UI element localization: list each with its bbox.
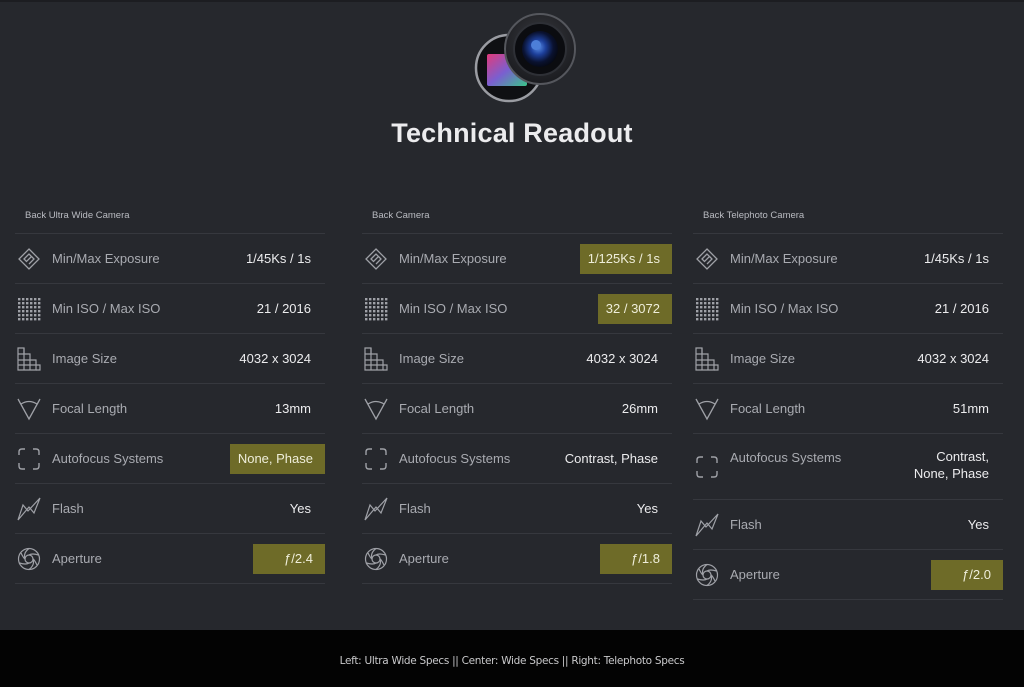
top-border <box>0 0 1024 2</box>
spec-row-aperture: Aperture ƒ/1.8 <box>362 533 672 584</box>
flash-icon <box>17 497 41 521</box>
spec-row-image-size: Image Size 4032 x 3024 <box>362 333 672 383</box>
aperture-icon <box>695 563 719 587</box>
iso-grid-icon <box>17 297 41 321</box>
iso-grid-icon <box>695 297 719 321</box>
flash-icon <box>364 497 388 521</box>
spec-value-highlighted: 32 / 3072 <box>597 293 672 324</box>
column-heading: Back Camera <box>372 210 430 221</box>
spec-row-focal-length: Focal Length 13mm <box>15 383 325 433</box>
spec-row-focal-length: Focal Length 26mm <box>362 383 672 433</box>
spec-value: 21 / 2016 <box>256 301 311 316</box>
spec-value: Contrast, Phase <box>564 451 658 466</box>
spec-label: Flash <box>52 501 84 516</box>
spec-label: Focal Length <box>52 401 128 416</box>
spec-label: Focal Length <box>399 401 475 416</box>
page-title: Technical Readout <box>391 118 633 148</box>
spec-label: Flash <box>399 501 431 516</box>
flash-icon <box>695 513 719 537</box>
spec-value: Contrast, None, Phase <box>914 448 989 482</box>
spec-value: 21 / 2016 <box>934 301 989 316</box>
spec-row-autofocus-systems: Autofocus Systems Contrast, None, Phase <box>693 433 1003 499</box>
spec-value: 13mm <box>274 401 311 416</box>
aperture-icon <box>364 547 388 571</box>
spec-label: Min/Max Exposure <box>730 251 838 266</box>
spec-row-autofocus-systems: Autofocus Systems Contrast, Phase <box>362 433 672 483</box>
spec-label: Autofocus Systems <box>399 451 511 466</box>
spec-label: Image Size <box>399 351 465 366</box>
spec-value: 1/45Ks / 1s <box>923 251 989 266</box>
image-size-icon <box>17 346 41 371</box>
spec-label: Image Size <box>730 351 796 366</box>
spec-value: Yes <box>289 501 311 516</box>
spec-row-aperture: Aperture ƒ/2.4 <box>15 533 325 584</box>
spec-value: 4032 x 3024 <box>917 351 989 366</box>
spec-label: Min/Max Exposure <box>52 251 160 266</box>
spec-row-min-max-exposure: Min/Max Exposure 1/125Ks / 1s <box>362 233 672 283</box>
spec-value: 4032 x 3024 <box>239 351 311 366</box>
spec-value: 26mm <box>621 401 658 416</box>
spec-row-min-iso-max-iso: Min ISO / Max ISO 21 / 2016 <box>693 283 1003 333</box>
aperture-icon <box>17 547 41 571</box>
spec-label: Flash <box>730 517 762 532</box>
spec-value-highlighted: 1/125Ks / 1s <box>579 243 672 274</box>
spec-row-min-max-exposure: Min/Max Exposure 1/45Ks / 1s <box>15 233 325 283</box>
camera-column-ultra-wide: Back Ultra Wide Camera Min/Max Exposure 1/… <box>15 204 325 584</box>
spec-value: Yes <box>967 517 989 532</box>
spec-value-line: Contrast, <box>936 449 989 464</box>
spec-label: Aperture <box>52 551 102 566</box>
footer-bar: Left: Ultra Wide Specs || Center: Wide S… <box>0 630 1024 687</box>
focal-length-icon <box>17 397 41 421</box>
spec-row-image-size: Image Size 4032 x 3024 <box>15 333 325 383</box>
spec-label: Min/Max Exposure <box>399 251 507 266</box>
column-heading: Back Ultra Wide Camera <box>25 210 130 221</box>
autofocus-icon <box>364 447 388 471</box>
spec-row-aperture: Aperture ƒ/2.0 <box>693 549 1003 600</box>
image-size-icon <box>364 346 388 371</box>
spec-label: Min ISO / Max ISO <box>399 301 508 316</box>
spec-value-highlighted: None, Phase <box>229 443 325 474</box>
spec-value: 1/45Ks / 1s <box>245 251 311 266</box>
camera-app-icon <box>474 13 576 103</box>
spec-label: Aperture <box>730 567 780 582</box>
spec-label: Focal Length <box>730 401 806 416</box>
focal-length-icon <box>695 397 719 421</box>
exposure-icon <box>695 247 719 271</box>
camera-column-telephoto: Back Telephoto Camera Min/Max Exposure 1/4… <box>693 204 1003 600</box>
spec-value: 51mm <box>952 401 989 416</box>
footer-caption: Left: Ultra Wide Specs || Center: Wide S… <box>339 655 685 667</box>
spec-row-autofocus-systems: Autofocus Systems None, Phase <box>15 433 325 483</box>
spec-row-min-iso-max-iso: Min ISO / Max ISO 32 / 3072 <box>362 283 672 333</box>
autofocus-icon <box>17 447 41 471</box>
image-size-icon <box>695 346 719 371</box>
spec-value: Yes <box>636 501 658 516</box>
spec-value-highlighted: ƒ/2.4 <box>253 543 325 574</box>
spec-value-highlighted: ƒ/2.0 <box>931 559 1003 590</box>
spec-label: Min ISO / Max ISO <box>52 301 161 316</box>
iso-grid-icon <box>364 297 388 321</box>
spec-label: Autofocus Systems <box>52 451 164 466</box>
spec-label: Autofocus Systems <box>730 450 842 465</box>
spec-value-line: None, Phase <box>913 466 989 481</box>
column-heading: Back Telephoto Camera <box>703 210 805 221</box>
spec-label: Aperture <box>399 551 449 566</box>
spec-row-min-max-exposure: Min/Max Exposure 1/45Ks / 1s <box>693 233 1003 283</box>
spec-row-min-iso-max-iso: Min ISO / Max ISO 21 / 2016 <box>15 283 325 333</box>
spec-value: 4032 x 3024 <box>586 351 658 366</box>
spec-value-highlighted: ƒ/1.8 <box>600 543 672 574</box>
spec-label: Image Size <box>52 351 118 366</box>
spec-row-flash: Flash Yes <box>362 483 672 533</box>
spec-label: Min ISO / Max ISO <box>730 301 839 316</box>
spec-row-image-size: Image Size 4032 x 3024 <box>693 333 1003 383</box>
exposure-icon <box>364 247 388 271</box>
autofocus-icon <box>695 455 719 479</box>
spec-row-flash: Flash Yes <box>693 499 1003 549</box>
spec-row-focal-length: Focal Length 51mm <box>693 383 1003 433</box>
exposure-icon <box>17 247 41 271</box>
spec-row-flash: Flash Yes <box>15 483 325 533</box>
focal-length-icon <box>364 397 388 421</box>
camera-column-wide: Back Camera Min/Max Exposure 1/125Ks / 1s M… <box>362 204 672 584</box>
